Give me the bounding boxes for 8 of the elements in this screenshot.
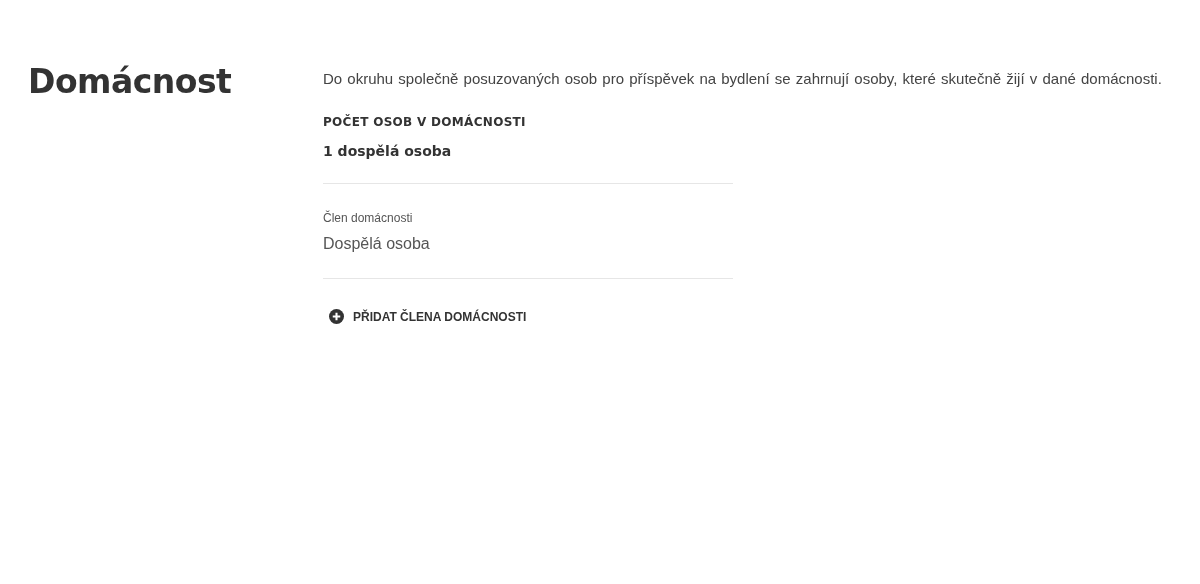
member-value: Dospělá osoba xyxy=(323,235,431,253)
household-count-value: 1 dospělá osoba xyxy=(323,143,453,159)
add-member-button[interactable]: PŘIDAT ČLENA DOMÁCNOSTI xyxy=(323,305,533,328)
plus-circle-icon xyxy=(329,309,344,324)
page-heading: Domácnost xyxy=(28,62,233,101)
member-label: Člen domácnosti xyxy=(323,211,414,225)
intro-paragraph: Do okruhu společně posuzovaných osob pro příspěvek na bydlení se zahrnují osoby, které skutečně žijí v dané domácnosti. xyxy=(323,69,1163,89)
household-count-label: POČET OSOB V DOMÁCNOSTI xyxy=(323,115,527,129)
